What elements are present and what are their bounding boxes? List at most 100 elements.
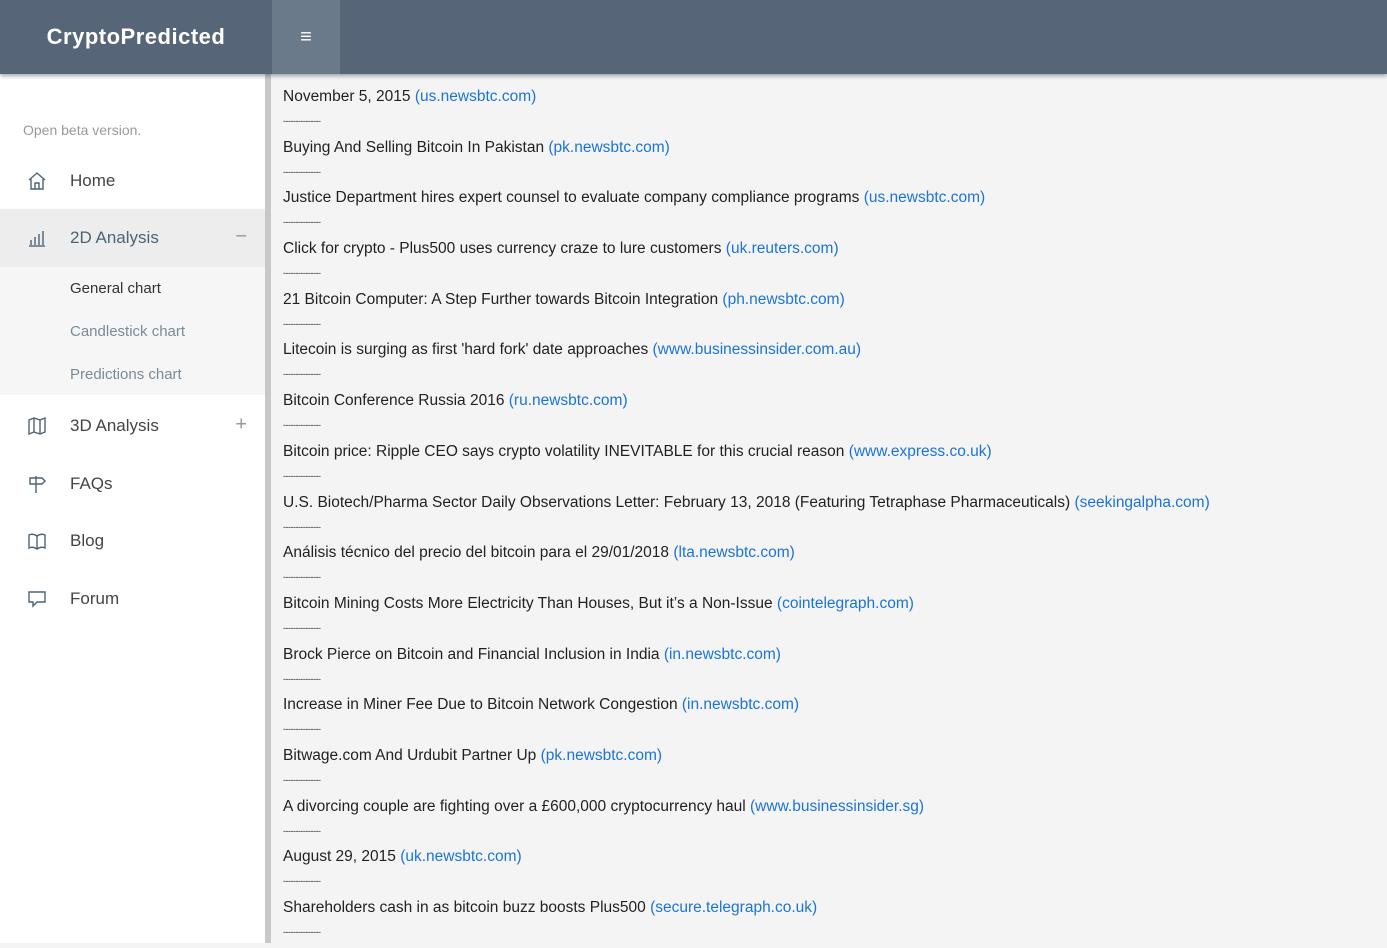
sidebar-item-forum[interactable]: Forum (0, 570, 265, 628)
news-separator: --------------- (283, 521, 321, 532)
news-title: Justice Department hires expert counsel … (283, 189, 860, 207)
news-separator: --------------- (283, 116, 321, 126)
news-separator: --------------- (283, 774, 321, 785)
list-item: Shareholders cash in as bitcoin buzz boo… (283, 897, 1373, 948)
news-line: Litecoin is surging as first 'hard fork'… (283, 339, 1373, 361)
submenu-item-general-chart[interactable]: General chart (70, 280, 161, 297)
news-title: Bitcoin price: Ripple CEO says crypto vo… (283, 442, 845, 460)
news-separator: --------------- (283, 268, 321, 279)
list-item: U.S. Biotech/Pharma Sector Daily Observa… (283, 492, 1373, 543)
sidebar-item-home[interactable]: Home (0, 152, 265, 210)
news-line: Análisis técnico del precio del bitcoin … (283, 542, 1373, 564)
sidebar: Open beta version. Home 2D Analysis − Ge… (0, 74, 265, 943)
top-bar: CryptoPredicted ≡ (0, 0, 1387, 74)
list-item: Bitcoin Conference Russia 2016 (ru.newsb… (283, 390, 1373, 441)
sidebar-item-blog[interactable]: Blog (0, 512, 265, 570)
news-line: Shareholders cash in as bitcoin buzz boo… (283, 897, 1373, 919)
news-title: Click for crypto - Plus500 uses currency… (283, 240, 722, 258)
list-item: Bitcoin price: Ripple CEO says crypto vo… (283, 441, 1373, 492)
news-title: Increase in Miner Fee Due to Bitcoin Net… (283, 696, 678, 714)
news-line: Increase in Miner Fee Due to Bitcoin Net… (283, 694, 1373, 716)
submenu-item-predictions-chart[interactable]: Predictions chart (70, 366, 182, 383)
news-separator: --------------- (283, 166, 321, 177)
list-item: Brock Pierce on Bitcoin and Financial In… (283, 644, 1373, 695)
beta-note: Open beta version. (23, 122, 142, 138)
list-item: A divorcing couple are fighting over a £… (283, 796, 1373, 847)
news-separator: --------------- (283, 724, 321, 735)
sidebar-item-faqs[interactable]: FAQs (0, 455, 265, 513)
brand-logo[interactable]: CryptoPredicted (0, 0, 272, 74)
list-item: Bitcoin Mining Costs More Electricity Th… (283, 593, 1373, 644)
home-icon (26, 170, 48, 192)
news-source-link[interactable]: (www.express.co.uk) (849, 443, 992, 460)
news-line: November 5, 2015 (us.newsbtc.com) (283, 86, 1373, 108)
chat-icon (26, 588, 48, 610)
news-separator: --------------- (283, 217, 321, 228)
news-title: August 29, 2015 (283, 848, 396, 866)
news-title: A divorcing couple are fighting over a £… (283, 797, 746, 815)
news-source-link[interactable]: (in.newsbtc.com) (664, 646, 781, 663)
news-line: A divorcing couple are fighting over a £… (283, 796, 1373, 818)
news-source-link[interactable]: (secure.telegraph.co.uk) (650, 899, 817, 916)
news-line: U.S. Biotech/Pharma Sector Daily Observa… (283, 492, 1373, 514)
sidebar-item-label: Home (70, 171, 116, 190)
list-item: Litecoin is surging as first 'hard fork'… (283, 339, 1373, 390)
news-separator: --------------- (283, 825, 321, 836)
news-source-link[interactable]: (ph.newsbtc.com) (722, 291, 844, 308)
news-title: Litecoin is surging as first 'hard fork'… (283, 341, 649, 359)
news-line: Justice Department hires expert counsel … (283, 187, 1373, 209)
news-title: Brock Pierce on Bitcoin and Financial In… (283, 645, 660, 663)
news-source-link[interactable]: (uk.reuters.com) (726, 240, 839, 257)
news-source-link[interactable]: (us.newsbtc.com) (415, 88, 536, 105)
news-source-link[interactable]: (ru.newsbtc.com) (509, 392, 628, 409)
signpost-icon (26, 473, 48, 495)
news-source-link[interactable]: (cointelegraph.com) (777, 595, 914, 612)
news-separator: --------------- (283, 622, 321, 633)
news-title: 21 Bitcoin Computer: A Step Further towa… (283, 290, 719, 308)
news-source-link[interactable]: (seekingalpha.com) (1074, 494, 1209, 511)
map-icon (26, 415, 48, 437)
sidebar-divider[interactable] (265, 74, 271, 943)
list-item: August 29, 2015 (uk.newsbtc.com) --------… (283, 846, 1373, 897)
list-item: Buying And Selling Bitcoin In Pakistan (… (283, 137, 1373, 188)
news-source-link[interactable]: (lta.newsbtc.com) (673, 544, 794, 561)
news-separator: --------------- (283, 420, 321, 431)
list-item: November 5, 2015 (us.newsbtc.com) -------… (283, 86, 1373, 137)
news-line: August 29, 2015 (uk.newsbtc.com) (283, 846, 1373, 868)
news-source-link[interactable]: (www.businessinsider.com.au) (653, 341, 861, 358)
news-separator: --------------- (283, 876, 321, 887)
news-line: Click for crypto - Plus500 uses currency… (283, 238, 1373, 260)
news-title: Bitcoin Mining Costs More Electricity Th… (283, 594, 773, 612)
news-line: Bitwage.com And Urdubit Partner Up (pk.n… (283, 745, 1373, 767)
news-separator: --------------- (283, 572, 321, 583)
news-separator: --------------- (283, 927, 321, 937)
news-line: 21 Bitcoin Computer: A Step Further towa… (283, 289, 1373, 311)
sidebar-item-label: Forum (70, 589, 120, 608)
news-title: Buying And Selling Bitcoin In Pakistan (283, 138, 545, 156)
list-item: Justice Department hires expert counsel … (283, 187, 1373, 238)
news-source-link[interactable]: (uk.newsbtc.com) (400, 848, 521, 865)
news-title: U.S. Biotech/Pharma Sector Daily Observa… (283, 493, 1071, 511)
sidebar-item-label: 2D Analysis (70, 228, 159, 247)
collapse-icon[interactable]: − (235, 225, 247, 248)
book-icon (26, 530, 48, 552)
menu-toggle-button[interactable]: ≡ (272, 0, 340, 74)
sidebar-item-2d-analysis[interactable]: 2D Analysis − (0, 209, 265, 267)
expand-icon[interactable]: + (235, 413, 247, 436)
list-item: Análisis técnico del precio del bitcoin … (283, 542, 1373, 593)
news-source-link[interactable]: (www.businessinsider.sg) (750, 798, 924, 815)
submenu-item-candlestick-chart[interactable]: Candlestick chart (70, 323, 185, 340)
sidebar-item-label: FAQs (70, 474, 113, 493)
list-item: Increase in Miner Fee Due to Bitcoin Net… (283, 694, 1373, 745)
submenu-2d-analysis: General chart Candlestick chart Predicti… (0, 267, 265, 395)
sidebar-item-3d-analysis[interactable]: 3D Analysis + (0, 397, 265, 455)
news-source-link[interactable]: (in.newsbtc.com) (682, 696, 799, 713)
news-line: Bitcoin Conference Russia 2016 (ru.newsb… (283, 390, 1373, 412)
news-line: Bitcoin price: Ripple CEO says crypto vo… (283, 441, 1373, 463)
news-source-link[interactable]: (us.newsbtc.com) (864, 189, 985, 206)
list-item: Bitwage.com And Urdubit Partner Up (pk.n… (283, 745, 1373, 796)
news-separator: --------------- (283, 369, 321, 380)
news-source-link[interactable]: (pk.newsbtc.com) (541, 747, 662, 764)
news-separator: --------------- (283, 470, 321, 481)
news-source-link[interactable]: (pk.newsbtc.com) (548, 139, 669, 156)
